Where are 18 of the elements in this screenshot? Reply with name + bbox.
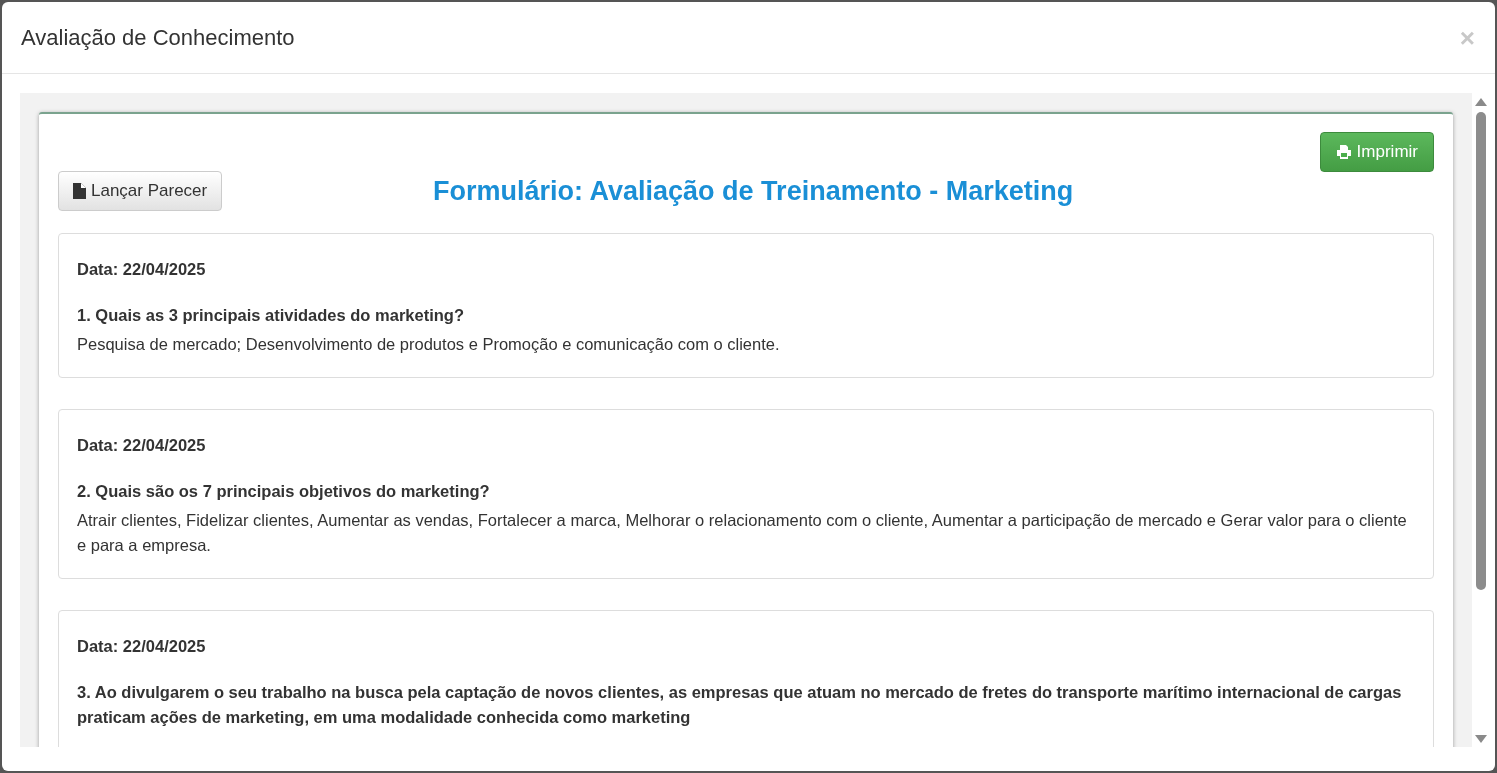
- question-text: 2. Quais são os 7 principais objetivos do marketing?: [77, 481, 491, 502]
- question-date: Data: 22/04/2025: [77, 260, 207, 279]
- printer-icon: [1335, 145, 1352, 159]
- question-date: Data: 22/04/2025: [77, 436, 207, 455]
- print-button[interactable]: Imprimir: [1319, 132, 1434, 172]
- question-text: 1. Quais as 3 principais atividades do marketing?: [77, 305, 465, 326]
- modal-title: Avaliação de Conhecimento: [21, 24, 295, 51]
- close-button[interactable]: ×: [1459, 24, 1475, 51]
- document-icon: [73, 183, 86, 199]
- answer-text: Atrair clientes, Fidelizar clientes, Aumentar as vendas, Fortalecer a marca, Melhorar o relacionamento com o cliente, Aumentar a participação de mercado e Gerar valor para o cliente e para a empresa.: [77, 510, 1408, 556]
- scrollbar-thumb[interactable]: [1476, 112, 1486, 590]
- opinion-button[interactable]: Lançar Parecer: [58, 171, 223, 211]
- scroll-up-icon[interactable]: [1475, 98, 1487, 106]
- question-date: Data: 22/04/2025: [77, 637, 207, 656]
- question-text: 3. Ao divulgarem o seu trabalho na busca pela captação de novos clientes, as empresas que atuam no mercado de fretes do transporte marítimo internacional de cargas praticam ações de marketing, em uma modalidade conhecida como marketing: [77, 682, 1403, 728]
- form-title: Formulário: Avaliação de Treinamento - Marketing: [432, 175, 1075, 207]
- answer-text: Pesquisa de mercado; Desenvolvimento de produtos e Promoção e comunicação com o cliente.: [77, 334, 781, 355]
- scroll-down-icon[interactable]: [1475, 735, 1487, 743]
